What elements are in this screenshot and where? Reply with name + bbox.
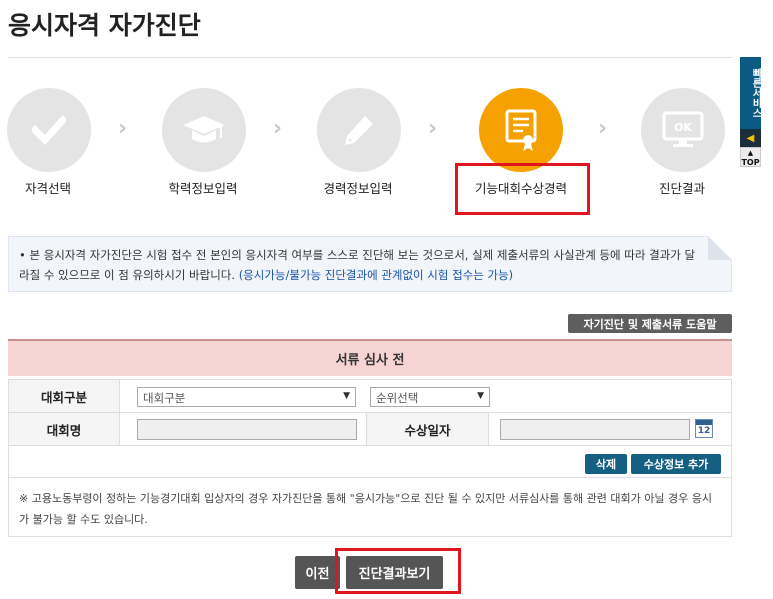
contest-type-select[interactable]: 대회구분 ▼ bbox=[137, 387, 356, 407]
certificate-icon bbox=[505, 109, 537, 151]
notice-box: • 본 응시자격 자가진단은 시험 접수 전 본인의 응시자격 여부를 스스로 … bbox=[8, 236, 732, 292]
award-date-label: 수상일자 bbox=[366, 412, 489, 446]
step-label-education-input: 학력정보입력 bbox=[168, 181, 238, 196]
highlight-current-step bbox=[455, 163, 590, 215]
highlight-result-button bbox=[335, 548, 461, 594]
step-arrow-icon: › bbox=[598, 116, 608, 141]
chevron-down-icon: ▼ bbox=[343, 391, 350, 401]
step-arrow-icon: › bbox=[118, 116, 128, 141]
check-icon bbox=[32, 115, 66, 145]
notice-highlight-text: (응시가능/불가능 진단결과에 관계없이 시험 접수는 가능) bbox=[238, 268, 514, 282]
pencil-icon bbox=[345, 116, 373, 145]
step-label-diagnosis-result: 진단결과 bbox=[658, 181, 706, 196]
contest-note: ※ 고용노동부령이 정하는 기능경기대회 입상자의 경우 자가진단을 통해 "응… bbox=[8, 478, 732, 537]
self-diagnosis-help-button[interactable]: 자기진단 및 제출서류 도움말 bbox=[568, 314, 732, 333]
contest-type-label: 대회구분 bbox=[8, 379, 120, 413]
chevron-down-icon: ▼ bbox=[477, 391, 484, 401]
review-status-banner: 서류 심사 전 bbox=[8, 339, 732, 376]
award-date-input[interactable] bbox=[500, 419, 690, 440]
step-arrow-icon: › bbox=[428, 116, 438, 141]
add-award-button[interactable]: 수상정보 추가 bbox=[631, 454, 721, 474]
monitor-ok-icon: OK bbox=[662, 111, 704, 147]
step-arrow-icon: › bbox=[273, 116, 283, 141]
svg-text:OK: OK bbox=[674, 121, 692, 134]
bullet-icon: • bbox=[19, 248, 30, 262]
chevron-left-icon[interactable]: ◀ bbox=[740, 129, 761, 147]
step-diagnosis-result: OK bbox=[641, 88, 725, 172]
scroll-top-button[interactable]: ▲ TOP bbox=[740, 147, 761, 167]
prev-button[interactable]: 이전 bbox=[295, 556, 340, 589]
contest-name-label: 대회명 bbox=[8, 412, 120, 446]
step-label-career-input: 경력정보입력 bbox=[323, 181, 393, 196]
title-divider bbox=[8, 57, 732, 58]
graduation-cap-icon bbox=[183, 116, 225, 143]
calendar-icon[interactable]: 12 bbox=[695, 419, 713, 438]
delete-button[interactable]: 삭제 bbox=[585, 454, 627, 474]
page-title: 응시자격 자가진단 bbox=[8, 11, 201, 40]
step-qualification-select bbox=[7, 88, 91, 172]
contest-name-input[interactable] bbox=[137, 419, 357, 440]
quick-service-menu: 빠른서비스 ◀ ▲ TOP bbox=[740, 57, 761, 167]
step-label-qualification-select: 자격선택 bbox=[24, 181, 72, 196]
step-career-input bbox=[317, 88, 401, 172]
step-education-input bbox=[162, 88, 246, 172]
page-fold-icon bbox=[708, 236, 732, 260]
quick-service-button[interactable]: 빠른서비스 bbox=[740, 57, 761, 129]
step-contest-award bbox=[479, 88, 563, 172]
rank-select[interactable]: 순위선택 ▼ bbox=[370, 387, 490, 407]
